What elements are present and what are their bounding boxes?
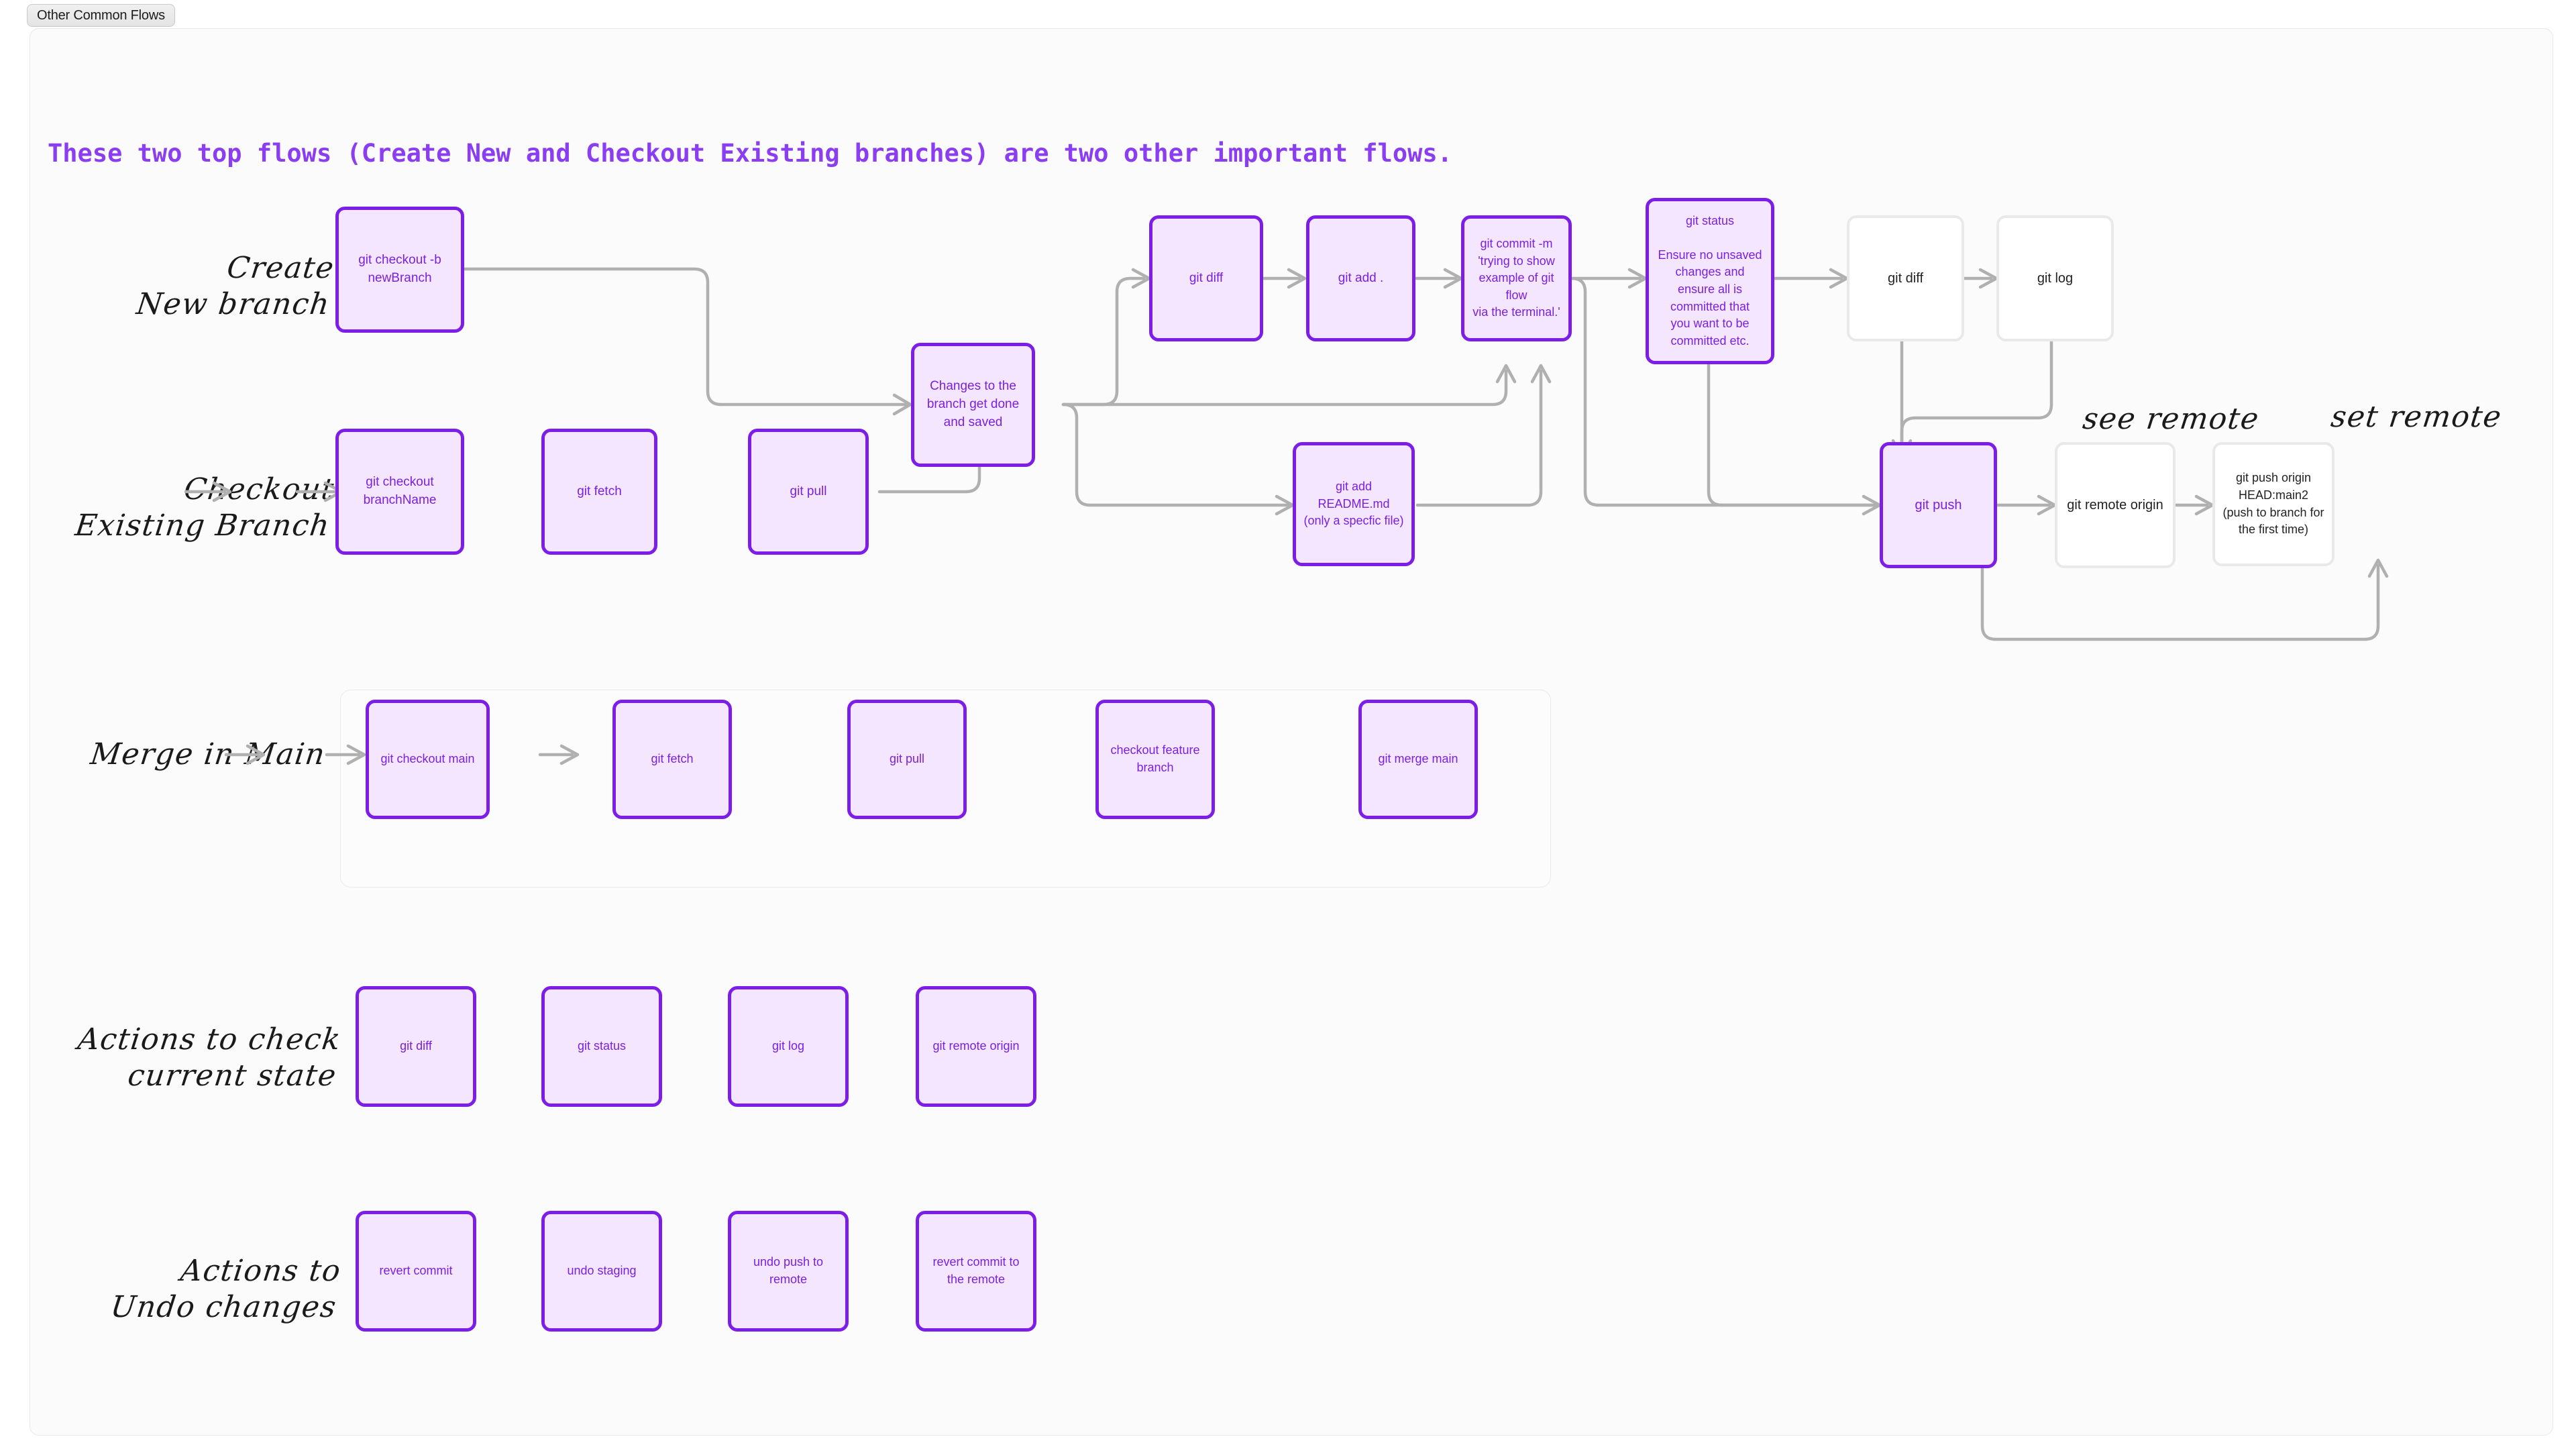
label-see-remote: see remote xyxy=(2080,402,2261,436)
node-git-remote-origin-white[interactable]: git remote origin xyxy=(2055,442,2176,568)
node-git-fetch-top[interactable]: git fetch xyxy=(541,429,657,555)
diagram-root: Other Common Flows These two top flows (… xyxy=(0,0,2576,1455)
node-git-checkout-b-newbranch[interactable]: git checkout -b newBranch xyxy=(335,207,464,333)
node-merge-git-checkout-main[interactable]: git checkout main xyxy=(366,700,490,819)
node-git-log-white[interactable]: git log xyxy=(1996,215,2114,341)
node-git-push[interactable]: git push xyxy=(1880,442,1997,568)
tab-other-common-flows[interactable]: Other Common Flows xyxy=(27,4,175,27)
page-title: These two top flows (Create New and Chec… xyxy=(48,139,1452,168)
node-git-push-origin-head[interactable]: git push origin HEAD:main2 (push to bran… xyxy=(2212,442,2334,566)
node-git-diff-top[interactable]: git diff xyxy=(1149,215,1263,341)
label-actions-check-state: Actions to check current state xyxy=(76,1022,343,1093)
node-merge-git-merge-main[interactable]: git merge main xyxy=(1358,700,1478,819)
node-check-git-diff[interactable]: git diff xyxy=(356,986,476,1107)
node-merge-git-fetch[interactable]: git fetch xyxy=(612,700,732,819)
label-actions-undo-changes: Actions to Undo changes xyxy=(109,1254,343,1324)
node-changes-to-branch[interactable]: Changes to the branch get done and saved xyxy=(911,343,1035,467)
node-merge-checkout-feature-branch[interactable]: checkout feature branch xyxy=(1095,700,1215,819)
node-git-status-ensure[interactable]: git status Ensure no unsaved changes and… xyxy=(1646,198,1774,364)
label-merge-in-main: Merge in Main xyxy=(88,737,328,771)
node-git-pull-top[interactable]: git pull xyxy=(748,429,869,555)
node-git-add-readme[interactable]: git add README.md (only a specfic file) xyxy=(1293,442,1415,566)
node-git-checkout-branchname[interactable]: git checkout branchName xyxy=(335,429,464,555)
node-check-git-status[interactable]: git status xyxy=(541,986,662,1107)
node-git-diff-white[interactable]: git diff xyxy=(1847,215,1964,341)
node-undo-revert-commit[interactable]: revert commit xyxy=(356,1211,476,1332)
node-undo-staging[interactable]: undo staging xyxy=(541,1211,662,1332)
node-git-add-dot[interactable]: git add . xyxy=(1306,215,1415,341)
node-undo-push-to-remote[interactable]: undo push to remote xyxy=(728,1211,849,1332)
node-check-git-remote-origin[interactable]: git remote origin xyxy=(916,986,1036,1107)
label-create-new-branch: Create New branch xyxy=(134,251,337,321)
diagram-canvas[interactable]: These two top flows (Create New and Chec… xyxy=(30,28,2553,1436)
label-set-remote: set remote xyxy=(2328,400,2504,434)
label-checkout-existing-branch: Checkout Existing Branch xyxy=(73,472,337,543)
tab-label: Other Common Flows xyxy=(37,7,165,23)
node-undo-revert-commit-remote[interactable]: revert commit to the remote xyxy=(916,1211,1036,1332)
node-merge-git-pull[interactable]: git pull xyxy=(847,700,967,819)
node-check-git-log[interactable]: git log xyxy=(728,986,849,1107)
node-git-commit-m[interactable]: git commit -m 'trying to show example of… xyxy=(1461,215,1572,341)
